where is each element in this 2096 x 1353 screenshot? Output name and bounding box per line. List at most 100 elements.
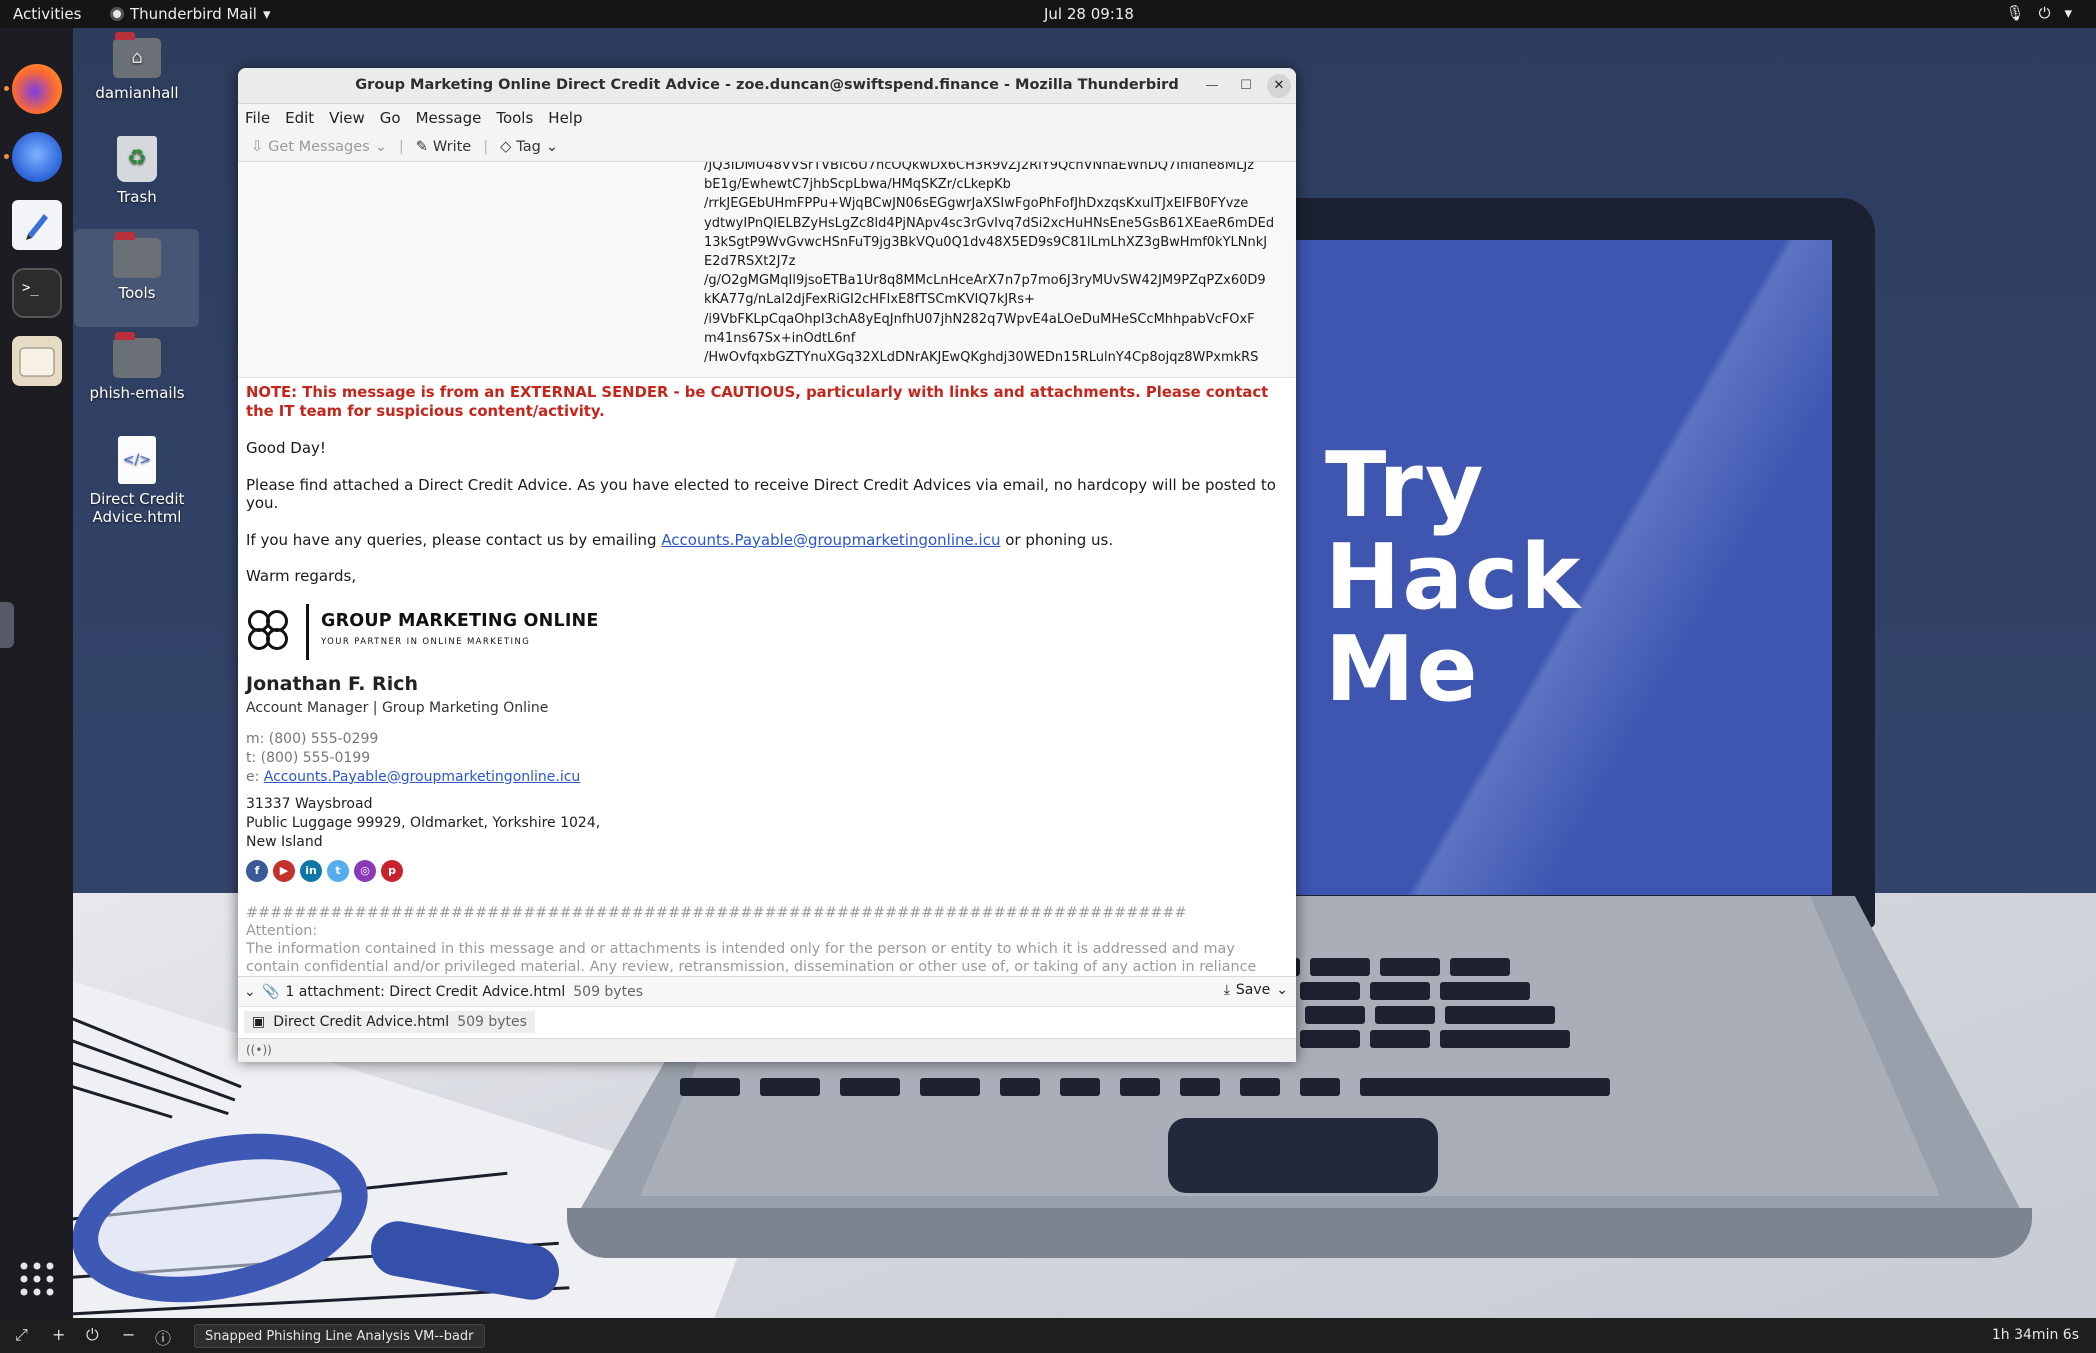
logo-name: GROUP MARKETING ONLINE [321,610,599,631]
menu-bar: File Edit View Go Message Tools Help [238,104,1296,132]
chevron-down-icon[interactable]: ⌄ [244,984,262,1000]
desktop-icon-direct-credit-advice[interactable]: </> Direct Credit Advice.html [78,436,196,526]
attachment-bar[interactable]: ⌄ 📎 1 attachment: Direct Credit Advice.h… [238,976,1296,1006]
desktop-icon-phish-emails[interactable]: phish-emails [78,332,196,402]
system-tray[interactable]: 🎙 ⏻ ▾ [2006,4,2072,22]
facebook-icon[interactable]: f [246,859,268,882]
laptop-screen: Try Hack Me [1265,240,1832,895]
get-messages-label: Get Messages [268,138,370,155]
window-titlebar[interactable]: Group Marketing Online Direct Credit Adv… [238,68,1296,104]
body-paragraph-queries: If you have any queries, please contact … [246,530,1114,549]
attachment-list: ▣ Direct Credit Advice.html 509 bytes [238,1006,1296,1038]
desktop-icon-trash[interactable]: ♻ Trash [78,136,196,206]
expand-icon[interactable]: ⤢ [15,1325,28,1345]
folder-icon [113,232,161,278]
company-logo: GROUP MARKETING ONLINE YOUR PARTNER IN O… [246,603,1288,661]
disclaimer: ########################################… [246,904,1257,975]
save-attachment-button[interactable]: ⤓ Save ⌄ [1224,982,1288,998]
signature-mobile: m: (800) 555-0299 [246,730,379,747]
attachment-item[interactable]: ▣ Direct Credit Advice.html 509 bytes [244,1011,535,1033]
desktop-icon-label: Direct Credit Advice.html [89,490,185,526]
thunderbird-icon[interactable] [12,132,62,182]
terminal-icon[interactable]: >_ [12,268,62,318]
attachment-size: 509 bytes [457,1014,527,1030]
get-messages-button[interactable]: ⇩ Get Messages ⌄ [245,137,393,157]
power-icon[interactable]: ⏻ [86,1325,99,1345]
save-label: Save [1235,982,1271,998]
menu-help[interactable]: Help [548,109,591,127]
vm-bottom-bar: ⤢ + ⏻ − ⓘ Snapped Phishing Line Analysis… [0,1318,2096,1353]
minus-icon[interactable]: − [122,1325,135,1344]
svg-text:>_: >_ [22,280,39,296]
logo-mark-icon [246,608,294,656]
chevron-down-icon: ▾ [2064,4,2072,22]
laptop-edge [567,1208,2032,1258]
power-icon: ⏻ [2038,4,2051,22]
linkedin-icon[interactable]: in [300,859,322,882]
chevron-down-icon: ⌄ [545,138,558,155]
folder-icon [113,332,161,378]
status-bar: ((•)) [238,1038,1296,1062]
youtube-icon[interactable]: ▶ [273,859,295,882]
external-sender-warning: NOTE: This message is from an EXTERNAL S… [246,384,1269,420]
tag-button[interactable]: ◇ Tag ⌄ [494,137,564,157]
thunderbird-app-icon [110,7,124,21]
message-body[interactable]: NOTE: This message is from an EXTERNAL S… [238,378,1296,974]
pencil-icon: ✎ [415,138,428,155]
write-button[interactable]: ✎ Write [410,137,477,157]
firefox-icon[interactable] [12,64,62,114]
menu-go[interactable]: Go [380,109,410,127]
body-paragraph: Please find attached a Direct Credit Adv… [246,475,1276,513]
attachment-summary: 1 attachment: Direct Credit Advice.html [285,983,566,1000]
signature-email-link[interactable]: Accounts.Payable@groupmarketingonline.ic… [264,769,581,785]
email-link[interactable]: Accounts.Payable@groupmarketingonline.ic… [661,531,1000,549]
desktop-icon-tools[interactable]: Tools [78,232,196,302]
desktop-icon-home[interactable]: ⌂ damianhall [78,32,196,102]
greeting: Good Day! [246,439,326,457]
vm-task-label[interactable]: Snapped Phishing Line Analysis VM--badr [194,1324,485,1348]
desktop-icon-label: phish-emails [89,384,185,402]
signature-role: Account Manager | Group Marketing Online [246,700,549,716]
menu-message[interactable]: Message [416,109,491,127]
show-applications-icon[interactable] [18,1260,56,1298]
maximize-button[interactable]: ☐ [1234,74,1258,98]
online-status-icon[interactable]: ((•)) [246,1043,272,1057]
desktop-icon-label: damianhall [95,84,179,102]
running-indicator [4,154,9,159]
info-icon[interactable]: ⓘ [155,1325,171,1349]
microphone-icon: 🎙 [2005,4,2025,22]
attachment-name: Direct Credit Advice.html [273,1014,450,1030]
instagram-icon[interactable]: ◎ [354,859,376,882]
html-file-icon: </> [118,436,156,484]
session-timer: 1h 34min 6s [1991,1327,2079,1343]
menu-edit[interactable]: Edit [285,109,323,127]
dock: >_ [0,28,73,1318]
menu-file[interactable]: File [245,109,279,127]
minimize-button[interactable]: — [1200,74,1224,98]
app-menu-label: Thunderbird Mail [130,5,257,23]
side-panel-handle[interactable] [0,602,14,648]
twitter-icon[interactable]: t [327,859,349,882]
closing: Warm regards, [246,567,357,585]
chevron-down-icon: ⌄ [374,138,387,155]
menu-tools[interactable]: Tools [496,109,542,127]
running-indicator [4,86,9,91]
files-icon[interactable] [12,336,62,386]
tryhackme-logo-text: Try Hack Me [1325,433,1583,722]
signature-phone: t: (800) 555-0199 [246,749,371,766]
mail-toolbar: ⇩ Get Messages ⌄ | ✎ Write | ◇ Tag ⌄ [238,132,1296,162]
clock[interactable]: Jul 28 09:18 [1044,5,1134,23]
chevron-down-icon[interactable]: ⌄ [1276,982,1288,998]
gnome-top-bar: Activities Thunderbird Mail ▾ Jul 28 09:… [0,0,2096,28]
text-editor-icon[interactable] [12,200,62,250]
raw-encoded-content[interactable]: /JQ3IDMU48VVSrTVBIc6U7ncOQkwDx6CH3R9vZJ2… [238,162,1296,378]
pinterest-icon[interactable]: p [381,859,403,882]
close-button[interactable]: ✕ [1267,74,1291,98]
add-icon[interactable]: + [52,1325,65,1344]
laptop-trackpad [1168,1118,1438,1193]
menu-view[interactable]: View [329,109,374,127]
activities-button[interactable]: Activities [13,5,81,23]
logo-tagline: YOUR PARTNER IN ONLINE MARKETING [321,637,531,647]
app-menu-button[interactable]: Thunderbird Mail ▾ [110,5,270,23]
signature-address: 31337 Waysbroad Public Luggage 99929, Ol… [246,795,601,850]
